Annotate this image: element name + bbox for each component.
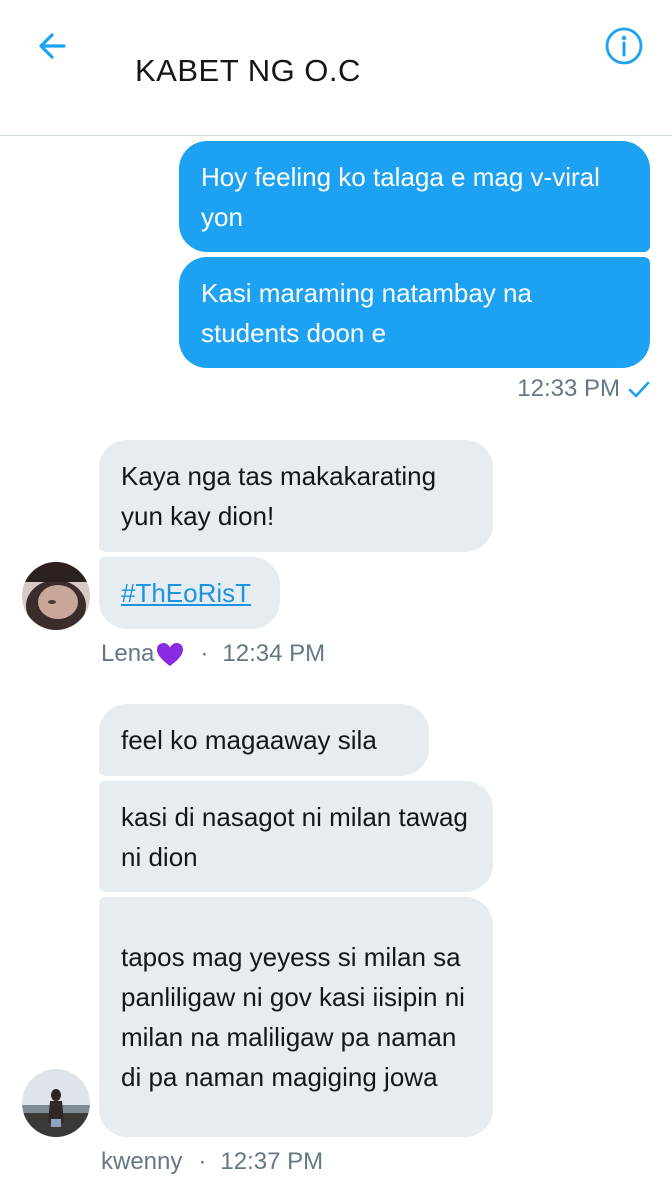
checkmark-icon	[628, 381, 650, 397]
outgoing-message-bubble[interactable]: Hoy feeling ko talaga e mag v-viral yon	[179, 141, 650, 252]
incoming-message-bubble[interactable]: #ThEoRisT	[99, 557, 280, 629]
incoming-message-bubble[interactable]: feel ko magaaway sila	[99, 704, 429, 776]
sender-name: Lena	[101, 640, 155, 667]
message-timestamp: 12:34 PM	[222, 640, 326, 667]
message-timestamp: 12:33 PM	[517, 375, 620, 402]
separator-dot: ·	[200, 640, 209, 667]
incoming-message-meta: kwenny · 12:37 PM	[101, 1148, 323, 1176]
avatar[interactable]	[22, 562, 90, 630]
message-text: tapos mag yeyess si milan sa panliligaw …	[121, 942, 465, 1092]
message-text: kasi di nasagot ni milan tawag ni dion	[121, 801, 468, 872]
message-timestamp: 12:37 PM	[220, 1148, 324, 1175]
sender-name: kwenny	[101, 1148, 183, 1175]
incoming-message-bubble[interactable]: kasi di nasagot ni milan tawag ni dion	[99, 781, 493, 892]
avatar-image	[22, 562, 90, 630]
message-text: Hoy feeling ko talaga e mag v-viral yon	[201, 161, 600, 232]
incoming-message-bubble[interactable]: tapos mag yeyess si milan sa panliligaw …	[99, 897, 493, 1137]
incoming-message-bubble[interactable]: Kaya nga tas makakarating yun kay dion!	[99, 440, 493, 552]
conversation-header: KABET NG O.C	[0, 0, 672, 136]
purple-heart-icon	[157, 642, 184, 666]
message-text: Kaya nga tas makakarating yun kay dion!	[121, 461, 437, 531]
message-text: feel ko magaaway sila	[121, 725, 377, 755]
info-icon[interactable]	[604, 26, 644, 66]
separator-dot: ·	[198, 1148, 207, 1175]
incoming-message-meta: Lena · 12:34 PM	[101, 640, 325, 668]
conversation-title[interactable]: KABET NG O.C	[135, 53, 361, 89]
avatar-image	[22, 1069, 90, 1137]
message-text: Kasi maraming natambay na students doon …	[201, 277, 532, 348]
hashtag-link[interactable]: #ThEoRisT	[121, 573, 251, 613]
outgoing-message-bubble[interactable]: Kasi maraming natambay na students doon …	[179, 257, 650, 368]
outgoing-message-meta: 12:33 PM	[517, 375, 650, 403]
avatar[interactable]	[22, 1069, 90, 1137]
arrow-left-icon[interactable]	[34, 28, 70, 64]
